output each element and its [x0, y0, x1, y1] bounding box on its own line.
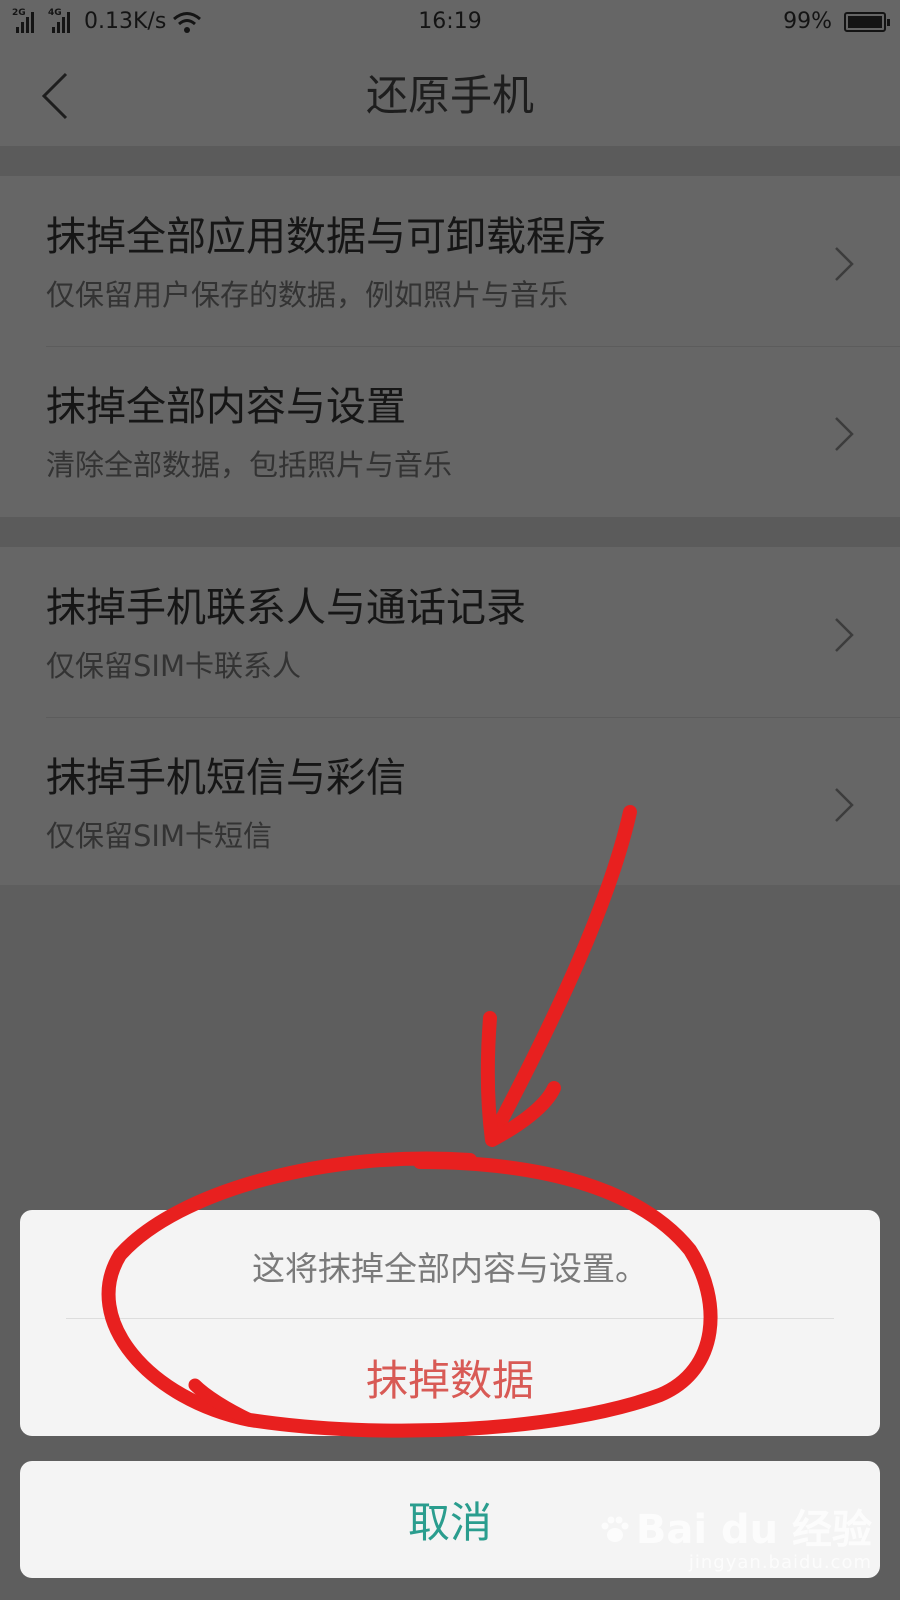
app-header: 还原手机 [0, 46, 900, 146]
wipe-data-button[interactable]: 抹掉数据 [20, 1319, 880, 1436]
option-wipe-all-content[interactable]: 抹掉全部内容与设置 清除全部数据，包括照片与音乐 [0, 346, 900, 516]
page-title: 还原手机 [365, 71, 534, 120]
watermark-brand: Bai du 经验 [635, 1507, 872, 1553]
option-section-2: 抹掉手机联系人与通话记录 仅保留SIM卡联系人 抹掉手机短信与彩信 仅保留SIM… [0, 547, 900, 885]
battery-percent: 99% [783, 9, 832, 34]
option-title: 抹掉全部内容与设置 [46, 384, 406, 430]
status-time: 16:19 [418, 9, 482, 34]
option-subtitle: 仅保留SIM卡联系人 [46, 649, 301, 683]
option-wipe-messages[interactable]: 抹掉手机短信与彩信 仅保留SIM卡短信 [0, 717, 900, 887]
reset-phone-screen: 2G 4G 0.13K/s 16:19 99% 还原手机 抹掉全部应用数据与可卸… [0, 0, 900, 1600]
battery-fill [848, 16, 882, 28]
option-subtitle: 仅保留SIM卡短信 [46, 819, 272, 853]
confirm-action-sheet: 这将抹掉全部内容与设置。 抹掉数据 [20, 1210, 880, 1436]
option-wipe-apps-data[interactable]: 抹掉全部应用数据与可卸载程序 仅保留用户保存的数据，例如照片与音乐 [0, 176, 900, 346]
option-subtitle: 清除全部数据，包括照片与音乐 [46, 448, 453, 482]
battery-icon [844, 12, 890, 32]
watermark-site: jingyan.baidu.com [688, 1552, 872, 1573]
section-gap [0, 146, 900, 176]
option-wipe-contacts[interactable]: 抹掉手机联系人与通话记录 仅保留SIM卡联系人 [0, 547, 900, 717]
chevron-right-icon [835, 417, 854, 451]
section-gap [0, 517, 900, 547]
option-title: 抹掉手机联系人与通话记录 [46, 585, 526, 631]
paw-logo-icon [601, 1516, 629, 1542]
watermark: Bai du 经验 jingyan.baidu.com [598, 1508, 872, 1574]
chevron-right-icon [835, 618, 854, 652]
status-right: 99% [783, 8, 890, 36]
status-bar: 2G 4G 0.13K/s 16:19 99% [0, 0, 900, 46]
option-subtitle: 仅保留用户保存的数据，例如照片与音乐 [46, 278, 569, 312]
watermark-logo: Bai du 经验 [598, 1508, 872, 1552]
option-title: 抹掉全部应用数据与可卸载程序 [46, 214, 606, 260]
option-section-1: 抹掉全部应用数据与可卸载程序 仅保留用户保存的数据，例如照片与音乐 抹掉全部内容… [0, 176, 900, 517]
arrow-head [480, 1011, 561, 1147]
option-title: 抹掉手机短信与彩信 [46, 755, 406, 801]
chevron-right-icon [835, 247, 854, 281]
chevron-right-icon [835, 788, 854, 822]
sheet-message: 这将抹掉全部内容与设置。 [252, 1249, 648, 1288]
